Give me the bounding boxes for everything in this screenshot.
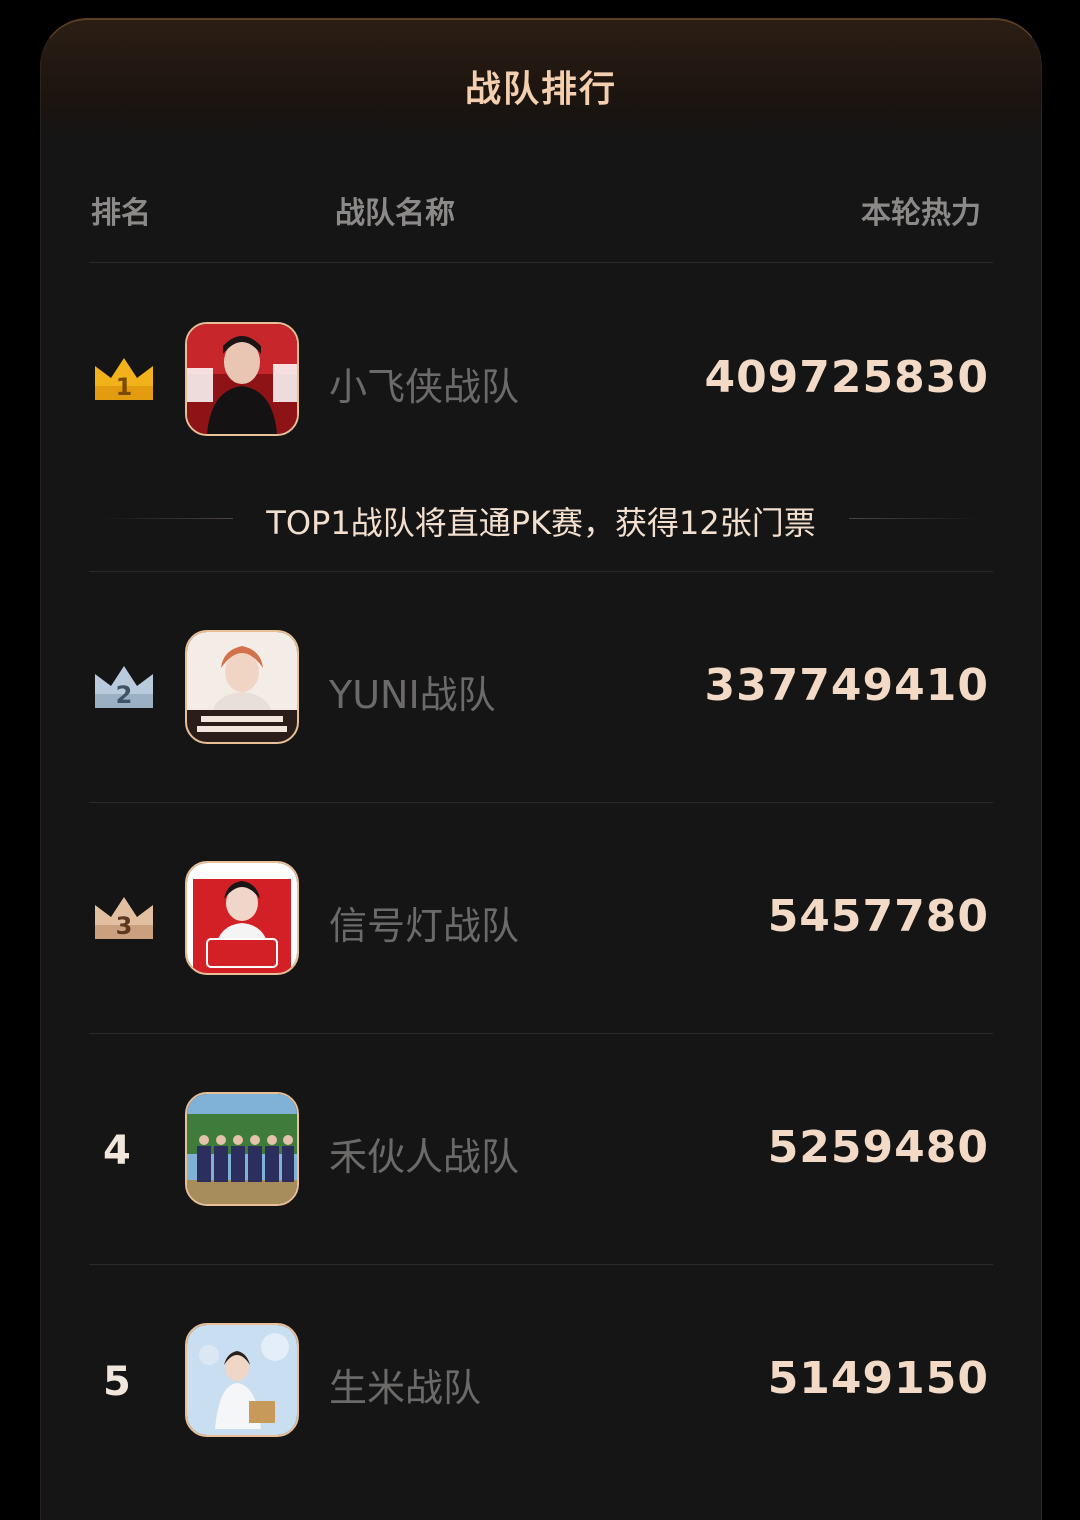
- avatar-image: [187, 324, 297, 434]
- ranking-row[interactable]: 3 信号灯战队 5457780: [41, 861, 1041, 981]
- avatar-image: [187, 1094, 297, 1204]
- silver-crown-icon: 2: [95, 666, 153, 709]
- column-header-rank: 排名: [91, 196, 151, 231]
- avatar-image: [187, 632, 297, 742]
- divider: [89, 571, 993, 572]
- panel-header: 战队排行: [41, 20, 1041, 148]
- divider: [89, 802, 993, 803]
- team-name: 生米战队: [329, 1366, 482, 1410]
- rank-number: 4: [103, 1128, 131, 1174]
- heat-value: 5149150: [767, 1353, 989, 1404]
- team-name: 小飞侠战队: [329, 365, 520, 409]
- rank-number: 1: [116, 373, 133, 401]
- top1-notice: TOP1战队将直通PK赛，获得12张门票: [41, 498, 1041, 542]
- team-avatar[interactable]: [185, 322, 299, 436]
- heat-value: 5259480: [767, 1122, 989, 1173]
- team-avatar[interactable]: [185, 861, 299, 975]
- divider: [89, 1264, 993, 1265]
- column-header-heat: 本轮热力: [861, 196, 981, 231]
- team-avatar[interactable]: [185, 1092, 299, 1206]
- ranking-row[interactable]: 4 禾伙人战队 5259480: [41, 1092, 1041, 1212]
- ranking-row[interactable]: 1 小飞侠战队 409725830: [41, 322, 1041, 442]
- team-ranking-panel: 战队排行 排名 战队名称 本轮热力 1 小飞侠战队 409725830 TOP1…: [40, 18, 1042, 1520]
- team-name: 禾伙人战队: [329, 1135, 520, 1179]
- notice-line-right: [849, 518, 981, 519]
- rank-number: 2: [116, 681, 133, 709]
- heat-value: 337749410: [704, 660, 989, 711]
- team-avatar[interactable]: [185, 630, 299, 744]
- team-avatar[interactable]: [185, 1323, 299, 1437]
- heat-value: 5457780: [767, 891, 989, 942]
- rank-number: 3: [116, 912, 133, 940]
- divider: [89, 262, 993, 263]
- avatar-image: [187, 863, 297, 973]
- divider: [89, 1033, 993, 1034]
- heat-value: 409725830: [704, 352, 989, 403]
- team-name: YUNI战队: [329, 673, 496, 717]
- avatar-image: [187, 1325, 297, 1435]
- ranking-row[interactable]: 2 YUNI战队 337749410: [41, 630, 1041, 750]
- team-name: 信号灯战队: [329, 904, 520, 948]
- notice-text: TOP1战队将直通PK赛，获得12张门票: [266, 504, 816, 542]
- rank-number: 5: [103, 1359, 131, 1405]
- bronze-crown-icon: 3: [95, 897, 153, 940]
- column-header-team-name: 战队名称: [335, 196, 455, 231]
- gold-crown-icon: 1: [95, 358, 153, 401]
- ranking-row[interactable]: 5 生米战队 5149150: [41, 1323, 1041, 1443]
- panel-title: 战队排行: [464, 69, 617, 110]
